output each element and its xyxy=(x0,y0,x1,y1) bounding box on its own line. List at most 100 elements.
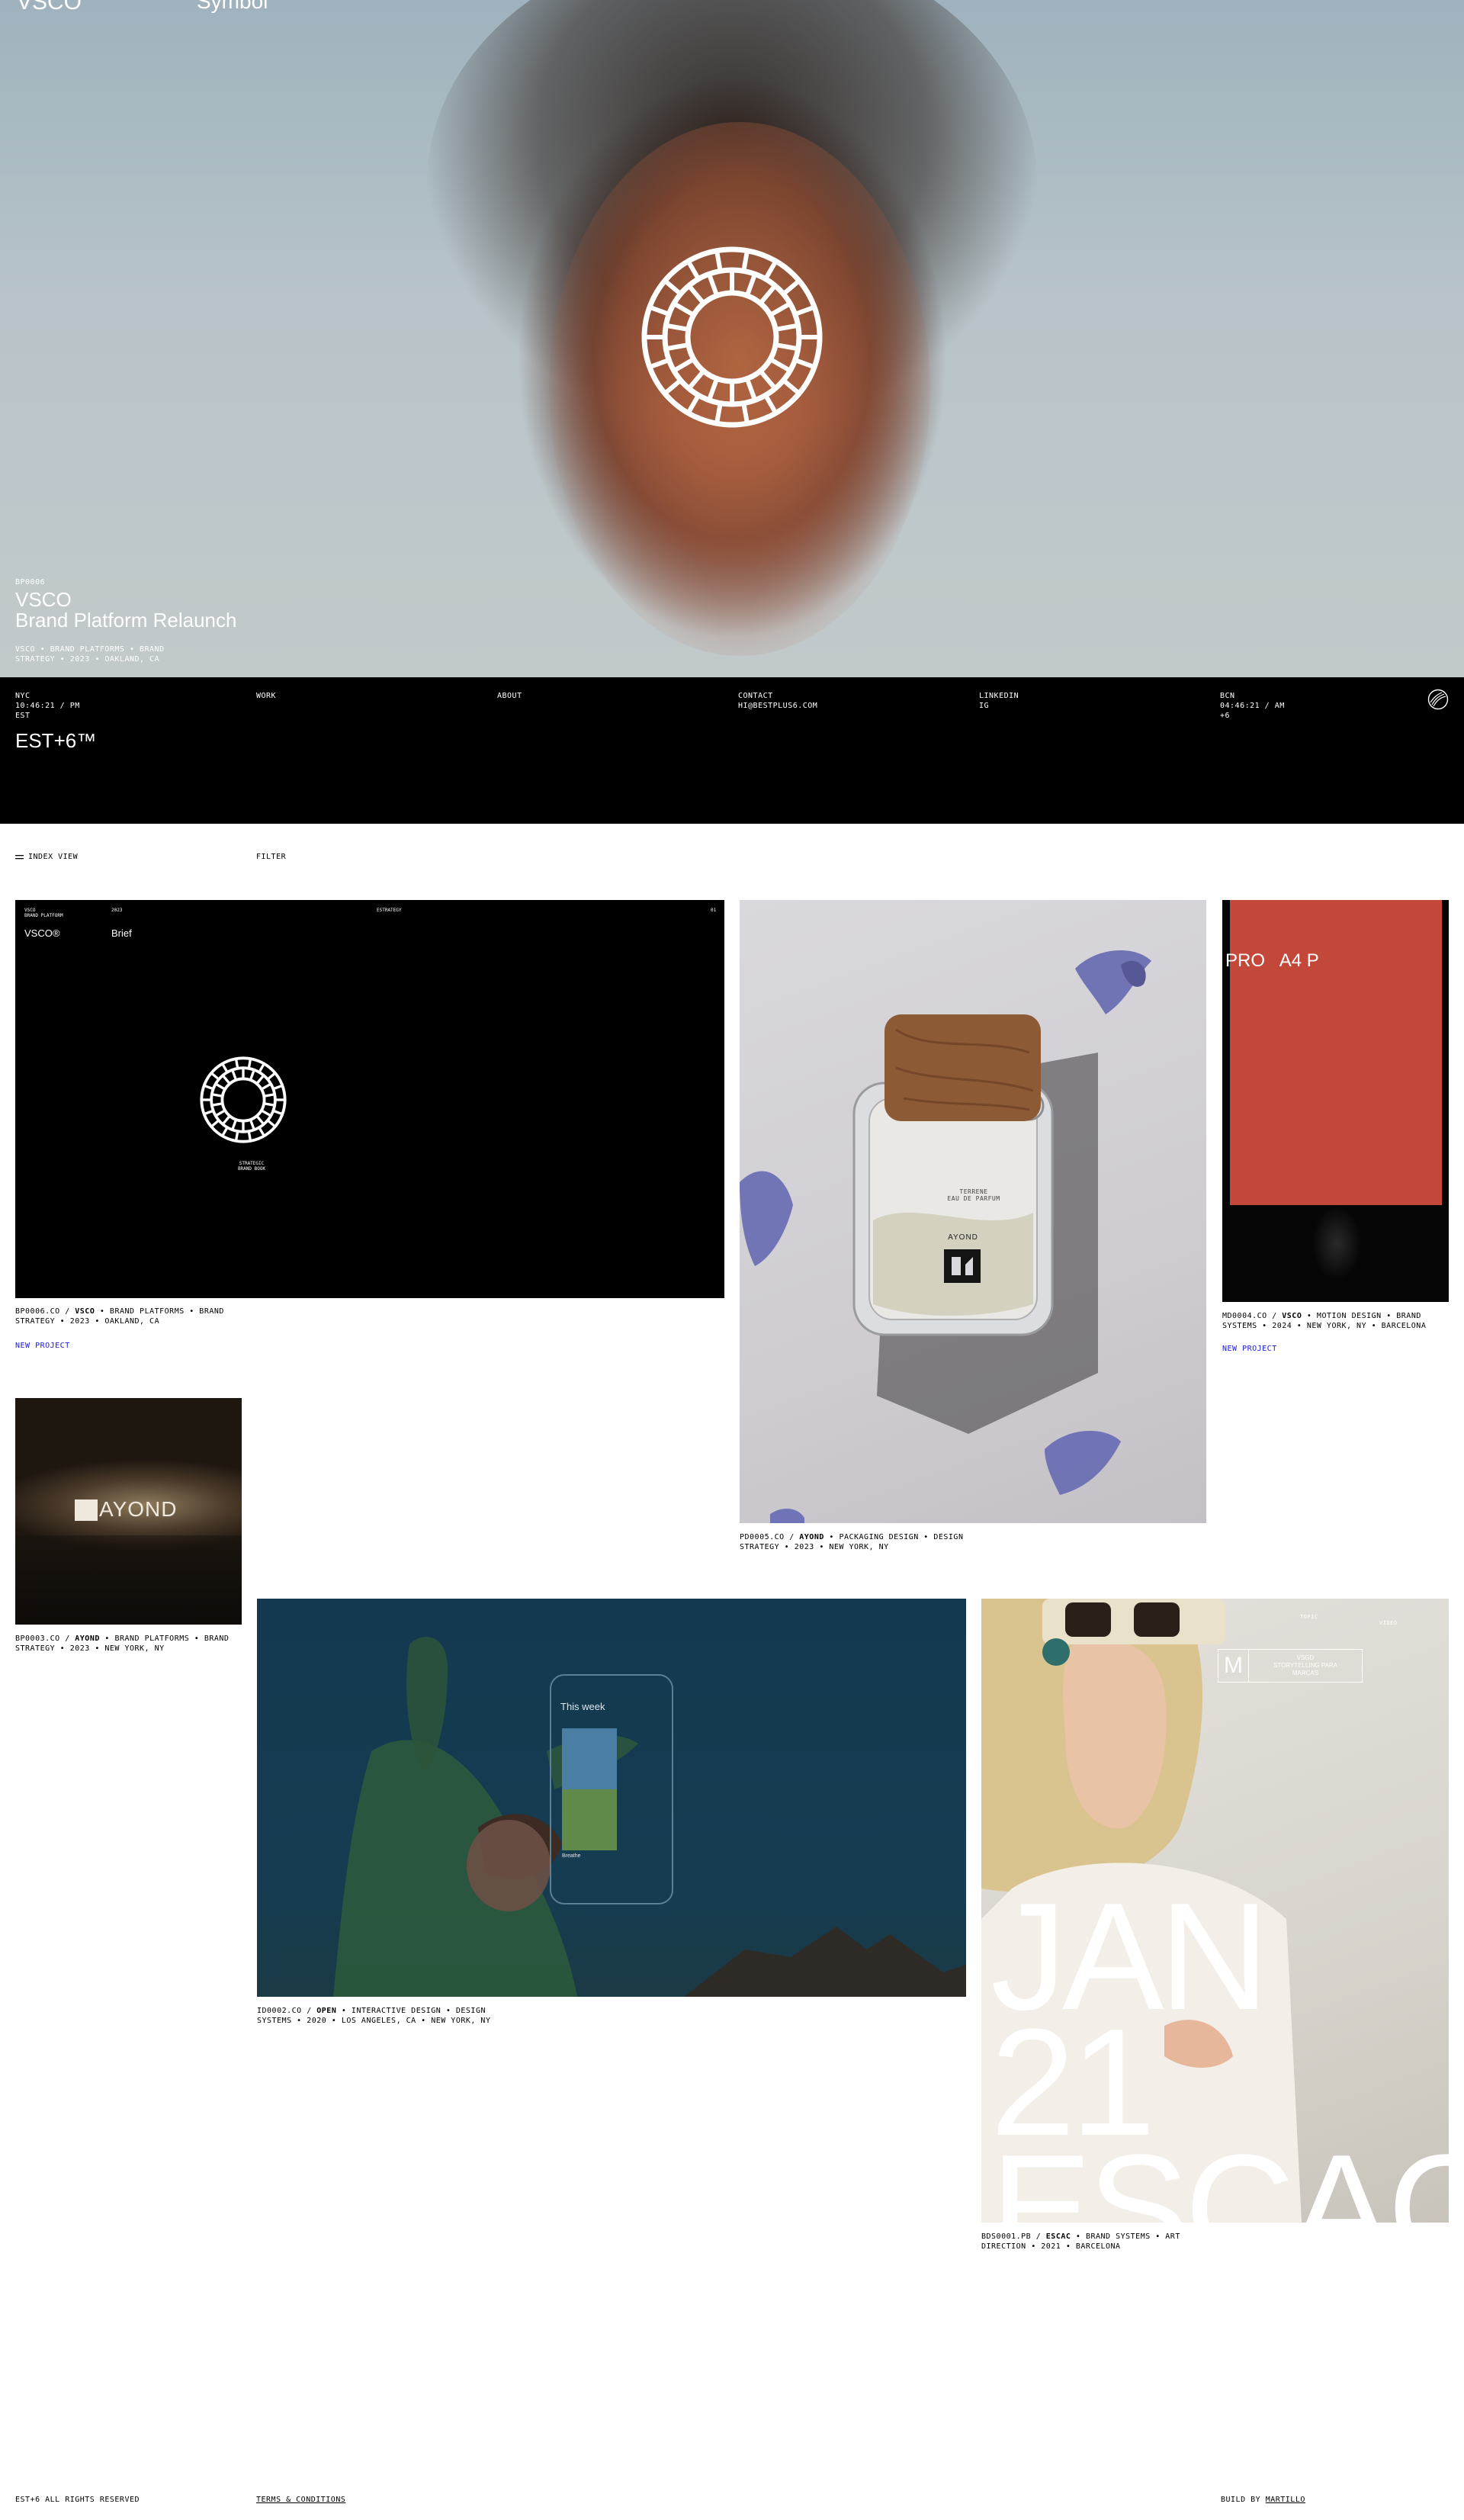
hero-tags-line1: VSCO • BRAND PLATFORMS • BRAND xyxy=(15,645,165,654)
nav-about-link[interactable]: ABOUT xyxy=(497,691,522,701)
m-badge-text-2: STORYTELLING PARA xyxy=(1273,1662,1338,1669)
c3-new-project-link[interactable]: NEW PROJECT xyxy=(1222,1344,1277,1354)
c1-top-label-1b: BRAND PLATFORM xyxy=(24,913,63,918)
hero-banner[interactable]: VSCO Symbol BP0006 VSCO Brand Platform R… xyxy=(0,0,1464,677)
project-card-escac[interactable]: M VSGD STORYTELLING PARA MARCAS TOPIC VI… xyxy=(981,1599,1449,2223)
c3-client: VSCO xyxy=(1282,1312,1302,1320)
c1-brand: VSCO® xyxy=(24,927,60,939)
footer-terms-link[interactable]: TERMS & CONDITIONS xyxy=(256,2495,345,2505)
phone-title: This week xyxy=(560,1701,605,1712)
est-tagline: EST+6™ xyxy=(15,729,97,752)
m-badge-letter: M xyxy=(1218,1650,1249,1682)
contact-block: CONTACT HI@BESTPLUS6.COM xyxy=(738,691,817,711)
social-block: LINKEDIN IG xyxy=(979,691,1019,711)
m-badge-text-3: MARCAS xyxy=(1292,1670,1319,1676)
footer-build-link[interactable]: MARTILLO xyxy=(1266,2496,1305,2504)
c5-caption[interactable]: ID0002.CO / OPEN • INTERACTIVE DESIGN • … xyxy=(257,2006,516,2026)
nyc-clock: NYC 10:46:21 / PM EST xyxy=(15,691,80,721)
dark-texture xyxy=(1222,1205,1449,1302)
hero-tags: VSCO • BRAND PLATFORMS • BRAND STRATEGY … xyxy=(15,644,244,664)
dark-landscape xyxy=(15,1535,242,1625)
c2-line1: • PACKAGING DESIGN • DESIGN xyxy=(829,1533,964,1541)
c1-new-project-link[interactable]: NEW PROJECT xyxy=(15,1341,70,1351)
globe-icon[interactable] xyxy=(1427,689,1449,710)
c6-caption[interactable]: BDS0001.PB / ESCAC • BRAND SYSTEMS • ART… xyxy=(981,2232,1225,2252)
list-icon xyxy=(15,854,24,859)
c1-center-caption-1: STRATEGIC xyxy=(239,1161,265,1166)
c3-line1: • MOTION DESIGN • BRAND xyxy=(1306,1312,1421,1320)
bottle-label: TERRENE EAU DE PARFUM xyxy=(939,1188,1008,1202)
c3-line2: SYSTEMS • 2024 • NEW YORK, NY • BARCELON… xyxy=(1222,1322,1427,1330)
footer-build-credit: BUILD BY MARTILLO xyxy=(1221,2495,1305,2505)
c1-center-caption: STRATEGIC BRAND BOOK xyxy=(229,1161,274,1172)
c5-line1: • INTERACTIVE DESIGN • DESIGN xyxy=(341,2007,486,2015)
bottle-label-1: TERRENE xyxy=(959,1188,988,1195)
c1-top-section: ESTRATEGY xyxy=(377,908,402,913)
c1-line2: STRATEGY • 2023 • OAKLAND, CA xyxy=(15,1317,160,1326)
hero-brand-secondary: Symbol xyxy=(197,0,268,13)
bcn-time: 04:46:21 / AM xyxy=(1220,702,1285,710)
c6-client: ESCAC xyxy=(1045,2232,1071,2241)
contact-label: CONTACT xyxy=(738,692,773,700)
c6-top-note-1: TOPIC xyxy=(1300,1614,1318,1620)
contact-email-link[interactable]: HI@BESTPLUS6.COM xyxy=(738,701,817,711)
nyc-time: 10:46:21 / PM xyxy=(15,702,80,710)
c1-line1: • BRAND PLATFORMS • BRAND xyxy=(99,1307,224,1316)
linkedin-link[interactable]: LINKEDIN xyxy=(979,691,1019,701)
c3-code: MD0004.CO / xyxy=(1222,1312,1277,1320)
bottle-label-2: EAU DE PARFUM xyxy=(947,1195,1000,1202)
c1-center-caption-2: BRAND BOOK xyxy=(237,1166,266,1172)
filter-button[interactable]: FILTER xyxy=(256,852,286,862)
c1-caption[interactable]: BP0006.CO / VSCO • BRAND PLATFORMS • BRA… xyxy=(15,1307,259,1326)
vsco-circle-icon xyxy=(641,246,823,428)
c2-client: AYOND xyxy=(799,1533,824,1541)
open-photo xyxy=(333,1637,966,1997)
c5-client: OPEN xyxy=(316,2007,337,2015)
m-badge-text-1: VSGD xyxy=(1296,1654,1315,1661)
project-code: BP0006 xyxy=(15,578,46,587)
c5-code: ID0002.CO / xyxy=(257,2007,312,2015)
c6-top-note-2: VIDEO xyxy=(1379,1620,1398,1626)
project-card-ayond-brand[interactable]: AYOND xyxy=(15,1398,242,1625)
project-card-vsco-brief[interactable]: VSCO BRAND PLATFORM 2023 ESTRATEGY 01 VS… xyxy=(15,900,724,1298)
project-card-ayond-perfume[interactable]: TERRENE EAU DE PARFUM AYOND xyxy=(740,900,1206,1523)
ayond-logo-mark xyxy=(75,1499,98,1521)
c1-client: VSCO xyxy=(75,1307,95,1316)
hero-title[interactable]: VSCO Brand Platform Relaunch xyxy=(15,590,236,631)
nyc-label: NYC xyxy=(15,692,30,700)
c4-caption[interactable]: BP0003.CO / AYOND • BRAND PLATFORMS • BR… xyxy=(15,1634,259,1654)
info-bar: NYC 10:46:21 / PM EST WORK ABOUT CONTACT… xyxy=(0,677,1464,824)
c6-line2: DIRECTION • 2021 • BARCELONA xyxy=(981,2242,1121,2251)
m-badge-text: VSGD STORYTELLING PARA MARCAS xyxy=(1249,1654,1362,1677)
hero-title-line2: Brand Platform Relaunch xyxy=(15,609,237,632)
hero-tags-line2: STRATEGY • 2023 • OAKLAND, CA xyxy=(15,655,160,664)
c1-top-label-1: VSCO xyxy=(24,908,36,913)
instagram-link[interactable]: IG xyxy=(979,701,1019,711)
c6-line1: • BRAND SYSTEMS • ART xyxy=(1075,2232,1180,2241)
m-badge: M VSGD STORYTELLING PARA MARCAS xyxy=(1218,1649,1363,1683)
c2-line2: STRATEGY • 2023 • NEW YORK, NY xyxy=(740,1543,889,1551)
footer-rights: EST+6 ALL RIGHTS RESERVED xyxy=(15,2496,140,2504)
c1-code: BP0006.CO / xyxy=(15,1307,70,1316)
index-view-label: INDEX VIEW xyxy=(28,853,79,861)
nav-work-link[interactable]: WORK xyxy=(256,691,276,701)
perfume-photo xyxy=(740,950,1151,1523)
c1-top-page: 01 xyxy=(711,908,717,913)
nyc-tz: EST xyxy=(15,712,30,720)
poster-text: PRO A4 P xyxy=(1225,950,1319,971)
c1-top-label: VSCO BRAND PLATFORM xyxy=(24,908,63,918)
c2-code: PD0005.CO / xyxy=(740,1533,795,1541)
c2-caption[interactable]: PD0005.CO / AYOND • PACKAGING DESIGN • D… xyxy=(740,1532,999,1552)
big-text-escac: ESCAC xyxy=(990,2123,1449,2223)
c1-brief: Brief xyxy=(111,927,132,939)
bcn-label: BCN xyxy=(1220,692,1235,700)
hero-brand-text: VSCO xyxy=(17,0,82,14)
index-view-toggle[interactable]: INDEX VIEW xyxy=(15,852,78,862)
c5-line2: SYSTEMS • 2020 • LOS ANGELES, CA • NEW Y… xyxy=(257,2017,491,2025)
c4-line1: • BRAND PLATFORMS • BRAND xyxy=(104,1634,230,1643)
project-card-vsco-motion[interactable]: PRO A4 P xyxy=(1222,900,1449,1302)
c6-code: BDS0001.PB / xyxy=(981,2232,1042,2241)
project-card-open[interactable]: This week Breathe xyxy=(257,1599,966,1997)
bottle-brand: AYOND xyxy=(948,1233,978,1242)
c3-caption[interactable]: MD0004.CO / VSCO • MOTION DESIGN • BRAND… xyxy=(1222,1311,1451,1331)
